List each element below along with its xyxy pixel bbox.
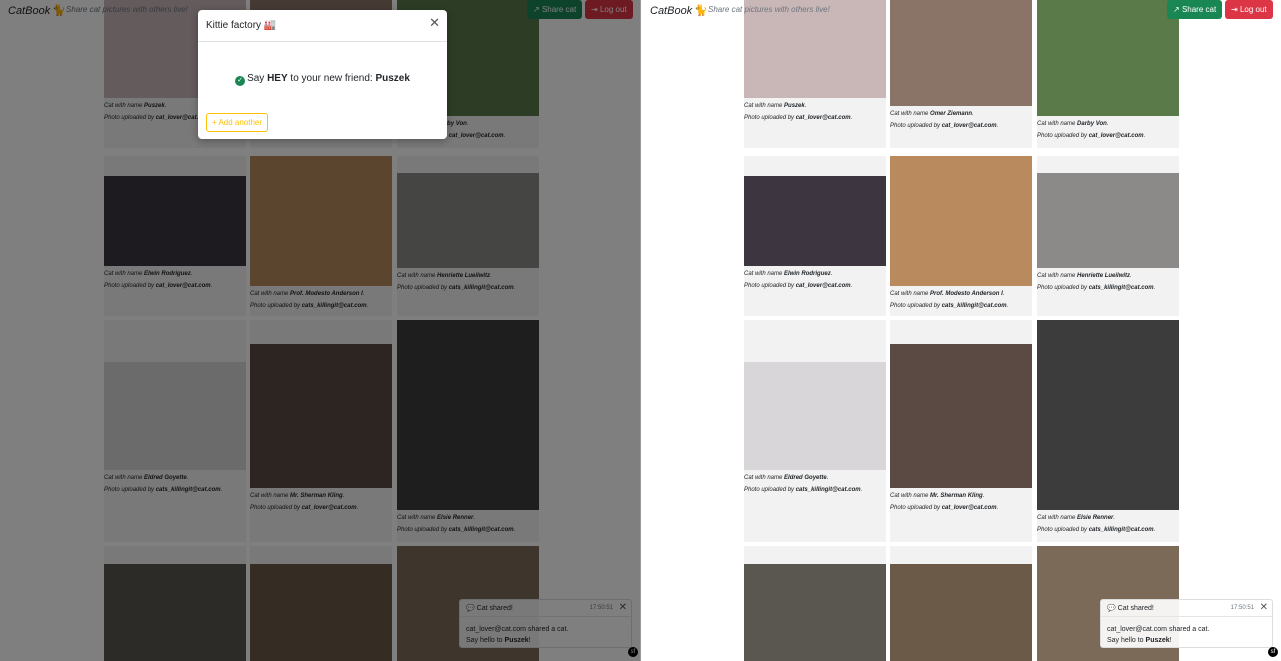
share-icon: ↗ xyxy=(1173,5,1180,14)
log-out-button[interactable]: ⇥ Log out xyxy=(1225,0,1273,19)
left-browser-pane: Cat with name Puszek.Photo uploaded by c… xyxy=(0,0,641,661)
modal-divider xyxy=(198,41,447,42)
toast-title: Cat shared! xyxy=(1117,605,1154,612)
cat-card: Cat with name Elsie Renner.Photo uploade… xyxy=(1037,320,1179,542)
tagline: Share cat pictures with others live! xyxy=(708,5,830,14)
modal-close-icon[interactable]: ✕ xyxy=(429,16,440,29)
cat-card: Cat with name Mr. Sherman Kling.Photo up… xyxy=(890,320,1032,542)
logout-icon: ⇥ xyxy=(1231,5,1238,14)
factory-icon: 🏭 xyxy=(263,20,277,31)
cat-caption: Cat with name Mr. Sherman Kling.Photo up… xyxy=(890,493,999,511)
cat-photo[interactable] xyxy=(744,362,886,470)
cat-card: Cat with name Darby Von.Photo uploaded b… xyxy=(1037,0,1179,148)
cat-caption: Cat with name Omer Ziemann.Photo uploade… xyxy=(890,111,999,129)
navbar: CatBook🐈 Share cat pictures with others … xyxy=(642,0,1281,20)
cat-caption: Cat with name Elsie Renner.Photo uploade… xyxy=(1037,515,1156,533)
cat-caption: Cat with name Prof. Modesto Anderson I.P… xyxy=(890,291,1009,309)
kittie-factory-modal: Kittie factory 🏭 ✕ ✓ Say HEY to your new … xyxy=(198,10,447,139)
cat-caption: Cat with name Henriette Lueilwitz.Photo … xyxy=(1037,273,1156,291)
cat-shared-toast: 💬 Cat shared! 17:50:51 ✕ cat_lover@cat.c… xyxy=(1100,599,1273,648)
cat-caption: Cat with name Darby Von.Photo uploaded b… xyxy=(1037,121,1146,139)
cat-caption: Cat with name Puszek.Photo uploaded by c… xyxy=(744,103,853,121)
toast-body: cat_lover@cat.com shared a cat. Say hell… xyxy=(1107,626,1210,644)
cat-photo[interactable] xyxy=(890,344,1032,488)
symfony-toolbar-icon[interactable]: sf xyxy=(1268,647,1278,657)
toast-time: 17:50:51 xyxy=(1230,605,1254,611)
cat-card: Cat with name Omer Ziemann.Photo uploade… xyxy=(890,0,1032,148)
cat-card: Cat with name Elwin Rodriguez.Photo uplo… xyxy=(744,156,886,316)
cat-photo[interactable] xyxy=(1037,320,1179,510)
toast-close-icon[interactable]: ✕ xyxy=(1260,602,1268,613)
cat-card: Cat with name Puszek.Photo uploaded by c… xyxy=(744,0,886,148)
share-cat-button[interactable]: ↗ Share cat xyxy=(1167,0,1223,19)
cat-photo[interactable] xyxy=(890,564,1032,661)
add-another-button[interactable]: + Add another xyxy=(206,113,269,132)
modal-title: Kittie factory 🏭 xyxy=(206,20,277,31)
cat-caption: Cat with name Eldred Goyette.Photo uploa… xyxy=(744,475,863,493)
cat-photo[interactable] xyxy=(744,564,886,661)
cat-card: Cat with name Prof. Modesto Anderson I.P… xyxy=(890,156,1032,316)
check-circle-icon: ✓ xyxy=(235,76,246,86)
cat-photo[interactable] xyxy=(744,176,886,266)
cat-card xyxy=(744,546,886,661)
right-browser-pane: Cat with name Puszek. Photo uploaded by c… xyxy=(642,0,1281,661)
cat-caption: Cat with name Elwin Rodriguez.Photo uplo… xyxy=(744,271,853,289)
cat-photo[interactable] xyxy=(890,156,1032,286)
chat-icon: 💬 xyxy=(1107,605,1116,612)
cat-card: Cat with name Eldred Goyette.Photo uploa… xyxy=(744,320,886,542)
cat-card: Cat with name Henriette Lueilwitz.Photo … xyxy=(1037,156,1179,316)
modal-message: ✓ Say HEY to your new friend: Puszek xyxy=(198,73,447,86)
cat-icon: 🐈 xyxy=(694,5,708,17)
cat-photo[interactable] xyxy=(1037,173,1179,268)
brand-logo[interactable]: CatBook🐈 xyxy=(650,4,708,17)
cat-card xyxy=(890,546,1032,661)
